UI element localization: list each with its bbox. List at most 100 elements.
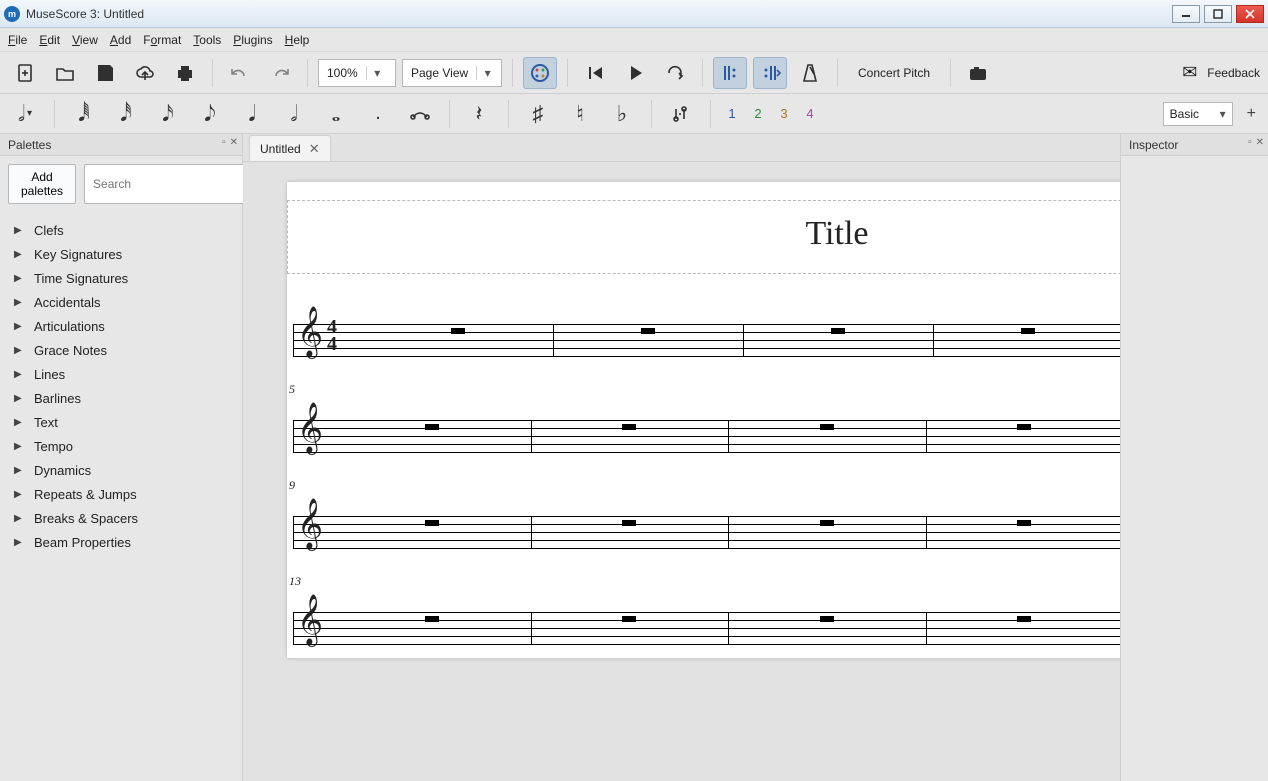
palette-item[interactable]: ▶Clefs — [0, 218, 242, 242]
whole-rest[interactable] — [622, 520, 636, 526]
score-canvas[interactable]: Title Com 𝄞445𝄞9𝄞13𝄞 — [243, 162, 1120, 781]
whole-rest[interactable] — [451, 328, 465, 334]
menu-format[interactable]: Format — [143, 33, 181, 47]
whole-rest[interactable] — [425, 616, 439, 622]
palettes-search-input[interactable] — [84, 164, 257, 204]
open-button[interactable] — [48, 57, 82, 89]
palette-item[interactable]: ▶Time Signatures — [0, 266, 242, 290]
menu-add[interactable]: Add — [110, 33, 131, 47]
palette-item[interactable]: ▶Beam Properties — [0, 530, 242, 554]
whole-rest[interactable] — [425, 520, 439, 526]
metronome-button[interactable] — [793, 57, 827, 89]
undo-button[interactable] — [223, 57, 257, 89]
whole-rest[interactable] — [1017, 520, 1031, 526]
play-button[interactable] — [618, 57, 652, 89]
color-palette-button[interactable] — [523, 57, 557, 89]
palette-item[interactable]: ▶Breaks & Spacers — [0, 506, 242, 530]
new-score-button[interactable] — [8, 57, 42, 89]
menu-help[interactable]: Help — [285, 33, 310, 47]
palette-item[interactable]: ▶Key Signatures — [0, 242, 242, 266]
whole-rest[interactable] — [820, 520, 834, 526]
screenshot-button[interactable] — [961, 57, 995, 89]
panel-close-icon[interactable]: ✕ — [1256, 137, 1264, 148]
minimize-button[interactable] — [1172, 5, 1200, 23]
workspace-value: Basic — [1170, 107, 1199, 121]
whole-rest[interactable] — [622, 424, 636, 430]
score-title[interactable]: Title — [308, 215, 1120, 253]
whole-rest[interactable] — [641, 328, 655, 334]
whole-rest[interactable] — [1021, 328, 1035, 334]
add-palettes-button[interactable]: Add palettes — [8, 164, 76, 204]
duration-64th[interactable]: 𝅘𝅥𝅱 — [67, 98, 101, 130]
staff[interactable]: 𝄞 — [293, 492, 1120, 562]
whole-rest[interactable] — [425, 424, 439, 430]
duration-whole[interactable]: 𝅝 — [319, 98, 353, 130]
flat-button[interactable]: ♭ — [605, 98, 639, 130]
voice-4-button[interactable]: 4 — [801, 106, 819, 121]
menu-file[interactable]: File — [8, 33, 27, 47]
palette-item[interactable]: ▶Tempo — [0, 434, 242, 458]
save-button[interactable] — [88, 57, 122, 89]
duration-32nd[interactable]: 𝅘𝅥𝅰 — [109, 98, 143, 130]
view-mode-combo[interactable]: Page View ▾ — [402, 59, 502, 87]
loop-in-button[interactable] — [713, 57, 747, 89]
concert-pitch-button[interactable]: Concert Pitch — [848, 66, 940, 80]
workspace-combo[interactable]: Basic ▾ — [1163, 102, 1233, 126]
palette-item[interactable]: ▶Accidentals — [0, 290, 242, 314]
palette-item[interactable]: ▶Lines — [0, 362, 242, 386]
palette-item[interactable]: ▶Grace Notes — [0, 338, 242, 362]
panel-undock-icon[interactable]: ▫ — [1248, 137, 1252, 148]
add-workspace-button[interactable]: + — [1243, 105, 1260, 123]
rewind-button[interactable] — [578, 57, 612, 89]
voice-1-button[interactable]: 1 — [723, 106, 741, 121]
whole-rest[interactable] — [831, 328, 845, 334]
measure-number: 13 — [289, 574, 301, 589]
redo-button[interactable] — [263, 57, 297, 89]
menu-plugins[interactable]: Plugins — [233, 33, 272, 47]
duration-quarter[interactable]: 𝅘𝅥 — [235, 98, 269, 130]
close-button[interactable] — [1236, 5, 1264, 23]
palette-item[interactable]: ▶Dynamics — [0, 458, 242, 482]
zoom-combo[interactable]: 100% ▾ — [318, 59, 396, 87]
menu-edit[interactable]: Edit — [39, 33, 60, 47]
cloud-button[interactable] — [128, 57, 162, 89]
whole-rest[interactable] — [1017, 616, 1031, 622]
feedback-button[interactable]: Feedback — [1207, 66, 1260, 80]
duration-16th[interactable]: 𝅘𝅥𝅯 — [151, 98, 185, 130]
print-button[interactable] — [168, 57, 202, 89]
staff[interactable]: 𝄞 — [293, 588, 1120, 658]
voice-3-button[interactable]: 3 — [775, 106, 793, 121]
loop-out-button[interactable] — [753, 57, 787, 89]
panel-undock-icon[interactable]: ▫ — [222, 137, 226, 148]
voice-2-button[interactable]: 2 — [749, 106, 767, 121]
whole-rest[interactable] — [820, 616, 834, 622]
whole-rest[interactable] — [820, 424, 834, 430]
sharp-button[interactable]: ♯ — [521, 98, 555, 130]
flip-button[interactable] — [664, 98, 698, 130]
duration-8th[interactable]: 𝅘𝅥𝅮 — [193, 98, 227, 130]
augmentation-dot[interactable]: . — [361, 98, 395, 130]
rest-button[interactable]: 𝄽 — [462, 98, 496, 130]
loop-button[interactable] — [658, 57, 692, 89]
document-tab[interactable]: Untitled ✕ — [249, 135, 331, 161]
panel-close-icon[interactable]: ✕ — [230, 137, 238, 148]
palette-item[interactable]: ▶Text — [0, 410, 242, 434]
staff[interactable]: 𝄞 — [293, 396, 1120, 466]
menu-tools[interactable]: Tools — [193, 33, 221, 47]
note-input-mode-button[interactable]: 𝅗𝅥▾ — [8, 98, 42, 130]
tie-button[interactable] — [403, 98, 437, 130]
palette-item[interactable]: ▶Repeats & Jumps — [0, 482, 242, 506]
palette-label: Repeats & Jumps — [34, 487, 137, 502]
palette-item[interactable]: ▶Articulations — [0, 314, 242, 338]
whole-rest[interactable] — [1017, 424, 1031, 430]
palette-item[interactable]: ▶Barlines — [0, 386, 242, 410]
staff[interactable]: 𝄞44 — [293, 300, 1120, 370]
natural-button[interactable]: ♮ — [563, 98, 597, 130]
whole-rest[interactable] — [622, 616, 636, 622]
maximize-button[interactable] — [1204, 5, 1232, 23]
menu-view[interactable]: View — [72, 33, 98, 47]
title-frame[interactable]: Title Com — [287, 200, 1120, 274]
palettes-title: Palettes — [8, 138, 51, 152]
duration-half[interactable]: 𝅗𝅥 — [277, 98, 311, 130]
tab-close-icon[interactable]: ✕ — [309, 141, 320, 157]
